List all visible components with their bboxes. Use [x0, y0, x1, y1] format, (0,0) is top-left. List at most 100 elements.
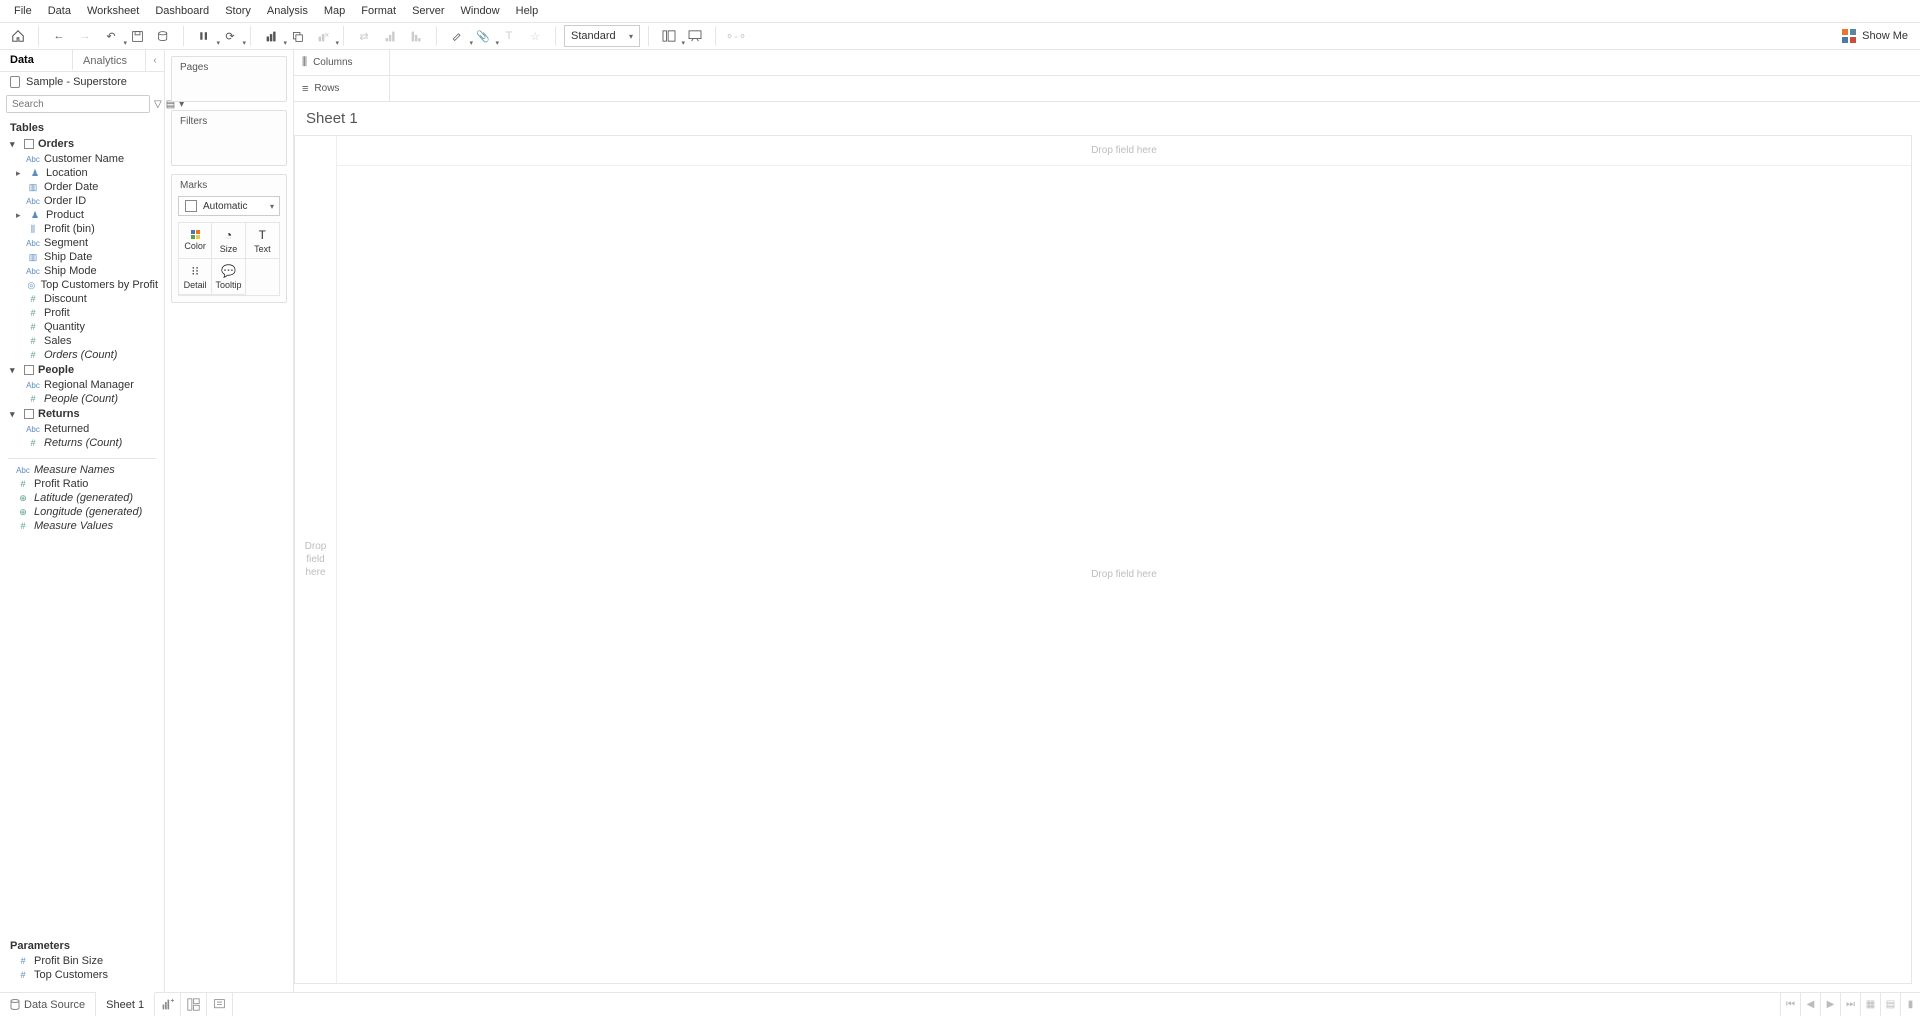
show-cards-icon[interactable] — [657, 24, 681, 48]
pause-updates-icon[interactable] — [192, 24, 216, 48]
menu-server[interactable]: Server — [404, 2, 452, 20]
menu-data[interactable]: Data — [40, 2, 79, 20]
marks-text[interactable]: TText — [246, 223, 279, 259]
mark-type-selector[interactable]: Automatic — [178, 196, 280, 216]
new-datasource-icon[interactable] — [151, 24, 175, 48]
nav-prev-icon[interactable]: ◀ — [1800, 993, 1820, 1016]
text-icon[interactable]: T — [497, 24, 521, 48]
field-row[interactable]: AbcRegional Manager — [2, 378, 162, 392]
datasource-icon — [10, 76, 20, 88]
sheet-1-tab[interactable]: Sheet 1 — [96, 992, 155, 1016]
nav-last-icon[interactable]: ⏭ — [1840, 993, 1860, 1016]
table-people[interactable]: ▾People — [2, 362, 162, 378]
marks-color[interactable]: Color — [179, 223, 212, 259]
field-row[interactable]: #Quantity — [2, 320, 162, 334]
menu-worksheet[interactable]: Worksheet — [79, 2, 147, 20]
shelves-column: Pages Filters Marks Automatic Color ◔Siz… — [165, 50, 293, 992]
pin-icon[interactable]: ☆ — [523, 24, 547, 48]
marks-size[interactable]: ◔Size — [212, 223, 245, 259]
field-row[interactable]: ▥Order Date — [2, 180, 162, 194]
save-icon[interactable] — [125, 24, 149, 48]
field-row[interactable]: ▸♟Product — [2, 208, 162, 222]
parameter-row[interactable]: #Top Customers — [2, 968, 162, 982]
canvas[interactable]: Drop field here Drop field here Drop fie… — [294, 135, 1912, 984]
menu-window[interactable]: Window — [453, 2, 508, 20]
field-row[interactable]: ⫼Profit (bin) — [2, 222, 162, 236]
field-row[interactable]: AbcShip Mode — [2, 264, 162, 278]
columns-shelf[interactable]: ⫼Columns — [294, 50, 1920, 76]
menu-story[interactable]: Story — [217, 2, 259, 20]
collapse-pane-icon[interactable]: ‹ — [146, 50, 164, 71]
main-drop-zone[interactable]: Drop field here — [337, 166, 1911, 983]
field-row[interactable]: AbcOrder ID — [2, 194, 162, 208]
rows-drop-zone[interactable]: Drop field here — [295, 136, 337, 983]
field-row[interactable]: #Orders (Count) — [2, 348, 162, 362]
refresh-icon[interactable]: ⟳ — [218, 24, 242, 48]
sort-desc-icon[interactable] — [404, 24, 428, 48]
field-row[interactable]: #Discount — [2, 292, 162, 306]
forward-icon[interactable]: → — [73, 24, 97, 48]
new-story-tab-icon[interactable] — [207, 993, 233, 1016]
menu-map[interactable]: Map — [316, 2, 353, 20]
field-row[interactable]: #Measure Values — [2, 519, 162, 533]
show-tabs-icon[interactable]: ▦ — [1860, 993, 1880, 1016]
field-row[interactable]: ⊕Latitude (generated) — [2, 491, 162, 505]
undo-icon[interactable]: ↶ — [99, 24, 123, 48]
tables-header: Tables — [0, 116, 164, 136]
field-row[interactable]: #People (Count) — [2, 392, 162, 406]
tab-analytics[interactable]: Analytics — [73, 50, 146, 71]
rows-icon: ≡ — [302, 83, 308, 95]
group-icon[interactable]: 📎 — [471, 24, 495, 48]
parameter-row[interactable]: #Profit Bin Size — [2, 954, 162, 968]
menu-dashboard[interactable]: Dashboard — [147, 2, 217, 20]
highlight-icon[interactable] — [445, 24, 469, 48]
pages-shelf[interactable]: Pages — [171, 56, 287, 102]
datasource-row[interactable]: Sample - Superstore — [0, 72, 164, 92]
new-worksheet-icon[interactable] — [259, 24, 283, 48]
fit-selector[interactable]: Standard — [564, 25, 640, 47]
field-row[interactable]: #Returns (Count) — [2, 436, 162, 450]
field-row[interactable]: #Sales — [2, 334, 162, 348]
menu-help[interactable]: Help — [508, 2, 547, 20]
field-row[interactable]: AbcCustomer Name — [2, 152, 162, 166]
swap-icon[interactable]: ⇄ — [352, 24, 376, 48]
data-source-tab[interactable]: Data Source — [0, 993, 96, 1016]
back-icon[interactable]: ← — [47, 24, 71, 48]
field-row[interactable]: AbcMeasure Names — [2, 463, 162, 477]
presentation-icon[interactable] — [683, 24, 707, 48]
field-row[interactable]: ▥Ship Date — [2, 250, 162, 264]
duplicate-icon[interactable] — [285, 24, 309, 48]
nav-next-icon[interactable]: ▶ — [1820, 993, 1840, 1016]
new-worksheet-tab-icon[interactable] — [155, 993, 181, 1016]
new-dashboard-tab-icon[interactable] — [181, 993, 207, 1016]
show-sorter-icon[interactable]: ▤ — [1880, 993, 1900, 1016]
filter-icon[interactable]: ▽ — [154, 97, 162, 111]
menu-format[interactable]: Format — [353, 2, 404, 20]
rows-shelf[interactable]: ≡Rows — [294, 76, 1920, 102]
home-icon[interactable] — [6, 24, 30, 48]
filters-shelf[interactable]: Filters — [171, 110, 287, 166]
marks-detail[interactable]: ⁝⁝Detail — [179, 259, 212, 295]
field-row[interactable]: ⊕Longitude (generated) — [2, 505, 162, 519]
sheet-title[interactable]: Sheet 1 — [294, 102, 1920, 135]
field-row[interactable]: ▸♟Location — [2, 166, 162, 180]
tab-data[interactable]: Data — [0, 50, 73, 71]
show-filmstrip-icon[interactable]: ▮ — [1900, 993, 1920, 1016]
sort-asc-icon[interactable] — [378, 24, 402, 48]
menu-analysis[interactable]: Analysis — [259, 2, 316, 20]
menu-file[interactable]: File — [6, 2, 40, 20]
table-orders[interactable]: ▾Orders — [2, 136, 162, 152]
marks-tooltip[interactable]: 💬Tooltip — [212, 259, 245, 295]
share-icon[interactable]: ⚬-⚬ — [724, 24, 748, 48]
field-row[interactable]: ◎Top Customers by Profit — [2, 278, 162, 292]
search-input[interactable] — [6, 95, 150, 113]
nav-first-icon[interactable]: ⏮ — [1780, 993, 1800, 1016]
clear-icon[interactable] — [311, 24, 335, 48]
show-me-button[interactable]: Show Me — [1836, 29, 1914, 43]
field-row[interactable]: #Profit — [2, 306, 162, 320]
field-row[interactable]: AbcReturned — [2, 422, 162, 436]
field-row[interactable]: #Profit Ratio — [2, 477, 162, 491]
columns-drop-zone[interactable]: Drop field here — [337, 136, 1911, 166]
field-row[interactable]: AbcSegment — [2, 236, 162, 250]
table-returns[interactable]: ▾Returns — [2, 406, 162, 422]
